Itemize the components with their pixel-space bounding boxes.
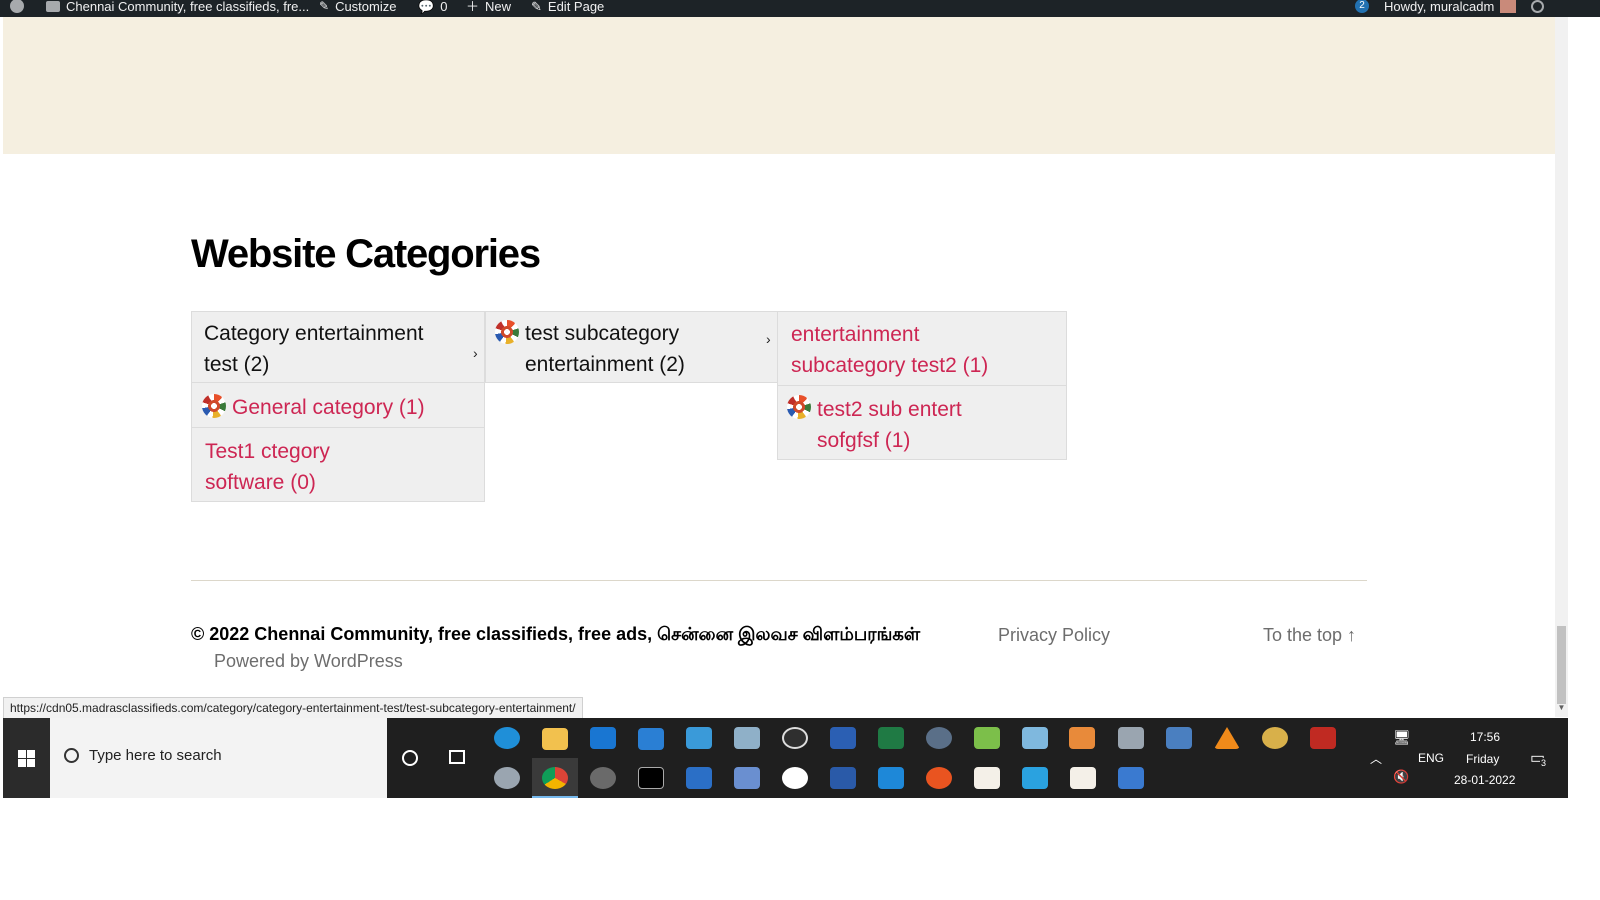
notepad-plus-icon[interactable]	[974, 727, 1000, 749]
excel-icon[interactable]	[878, 727, 904, 749]
wordpress-logo-icon[interactable]	[10, 0, 24, 17]
powered-by-link[interactable]: Powered by WordPress	[214, 651, 403, 672]
terminal-icon[interactable]	[638, 767, 664, 789]
avatar	[1500, 0, 1517, 13]
cortana-icon[interactable]	[402, 750, 418, 766]
search-placeholder: Type here to search	[89, 747, 222, 764]
ubuntu-icon[interactable]	[926, 767, 952, 789]
network-connections-icon[interactable]	[1118, 767, 1144, 789]
filezilla-icon[interactable]	[1310, 727, 1336, 749]
site-logo-app-icon[interactable]	[974, 767, 1000, 789]
settings-gear-icon[interactable]	[782, 727, 808, 749]
to-the-top-link[interactable]: To the top ↑	[1263, 625, 1356, 646]
word-icon[interactable]	[830, 727, 856, 749]
menu-item-general-category[interactable]: General category (1)	[191, 382, 485, 428]
clock-day[interactable]: Friday	[1466, 752, 1499, 766]
menu-item-test2-sub-entert-sofgfsf[interactable]: test2 sub entert sofgfsf (1)	[777, 385, 1067, 460]
file-explorer-icon[interactable]	[542, 728, 568, 750]
printer-icon[interactable]	[1118, 727, 1144, 749]
admin-comments[interactable]: 💬 0	[418, 0, 447, 17]
wordpress-app-icon[interactable]	[782, 767, 808, 789]
satellite-icon[interactable]	[590, 767, 616, 789]
category-logo-icon	[202, 394, 226, 418]
volume-muted-icon[interactable]: 🔇	[1393, 769, 1409, 785]
page-scrollbar[interactable]	[1555, 17, 1568, 717]
taskbar-search-box[interactable]: Type here to search	[50, 718, 387, 798]
chevron-right-icon: ›	[766, 331, 771, 347]
comment-icon: 💬	[418, 0, 435, 14]
admin-site-name[interactable]: Chennai Community, free classifieds, fre…	[46, 0, 309, 17]
remote-desktop-icon[interactable]	[734, 767, 760, 789]
menu-item-test-subcategory-entertainment[interactable]: test subcategory entertainment (2) ›	[485, 311, 778, 383]
admin-updates[interactable]: 2	[1355, 0, 1369, 17]
chevron-right-icon: ›	[473, 345, 478, 361]
chrome-icon[interactable]	[542, 767, 568, 789]
vscode-icon[interactable]	[878, 767, 904, 789]
network-icon[interactable]	[734, 727, 760, 749]
admin-edit-page[interactable]: ✎ Edit Page	[531, 0, 604, 17]
pencil-icon: ✎	[531, 0, 542, 14]
admin-howdy[interactable]: Howdy, muralcadm	[1384, 0, 1517, 17]
edge-icon[interactable]	[494, 727, 520, 749]
search-icon	[64, 748, 79, 763]
footer-copyright[interactable]: © 2022 Chennai Community, free classifie…	[191, 624, 920, 647]
category-logo-icon	[495, 320, 519, 344]
cover-block	[3, 17, 1555, 154]
status-bar-url: https://cdn05.madrasclassifieds.com/cate…	[3, 697, 583, 720]
network-tray-icon[interactable]: 🖥	[1393, 729, 1411, 746]
editor-icon[interactable]	[1022, 727, 1048, 749]
category-logo-icon	[787, 395, 811, 419]
privacy-policy-link[interactable]: Privacy Policy	[998, 625, 1110, 646]
tray-overflow-chevron-icon[interactable]: ︿	[1370, 750, 1382, 767]
brush-icon: ✎	[319, 0, 330, 13]
powershell-icon[interactable]	[830, 767, 856, 789]
menu-item-test1-ctegory-software[interactable]: Test1 ctegory software (0)	[191, 427, 485, 502]
admin-new[interactable]: ＋ New	[466, 0, 511, 17]
services-gear-icon[interactable]	[926, 727, 952, 749]
control-panel-icon[interactable]	[686, 727, 712, 749]
admin-bar: Chennai Community, free classifieds, fre…	[0, 0, 1600, 17]
media-player-icon[interactable]	[1069, 727, 1095, 749]
calculator-icon[interactable]	[1166, 727, 1192, 749]
wordpad-icon[interactable]	[686, 767, 712, 789]
paint-icon[interactable]	[1262, 727, 1288, 749]
mail-icon[interactable]	[638, 728, 664, 750]
clock-date[interactable]: 28-01-2022	[1454, 773, 1515, 787]
admin-search-icon[interactable]	[1531, 0, 1544, 17]
menu-item-category-entertainment-test[interactable]: Category entertainment test (2) ›	[191, 311, 485, 383]
site-logo-app-icon-2[interactable]	[1070, 767, 1096, 789]
scroll-down-arrow-icon[interactable]: ▼	[1557, 703, 1566, 713]
plus-icon: ＋	[466, 0, 480, 14]
section-title: Website Categories	[191, 232, 541, 276]
updates-badge: 2	[1355, 0, 1369, 13]
home-icon	[46, 0, 60, 12]
windows-logo-icon[interactable]	[18, 750, 35, 767]
scrollbar-thumb[interactable]	[1557, 626, 1566, 704]
disk-icon[interactable]	[494, 767, 520, 789]
language-indicator[interactable]: ENG	[1418, 751, 1444, 765]
windows-app-icon[interactable]	[1022, 767, 1048, 789]
footer-divider	[191, 580, 1367, 581]
clock-time[interactable]: 17:56	[1470, 730, 1500, 744]
microsoft-store-icon[interactable]	[590, 727, 616, 749]
notification-count: 3	[1540, 758, 1548, 768]
menu-item-entertainment-subcategory-test2[interactable]: entertainment subcategory test2 (1)	[777, 311, 1067, 386]
task-view-icon[interactable]	[449, 750, 465, 764]
admin-customize[interactable]: ✎ Customize	[319, 0, 396, 17]
